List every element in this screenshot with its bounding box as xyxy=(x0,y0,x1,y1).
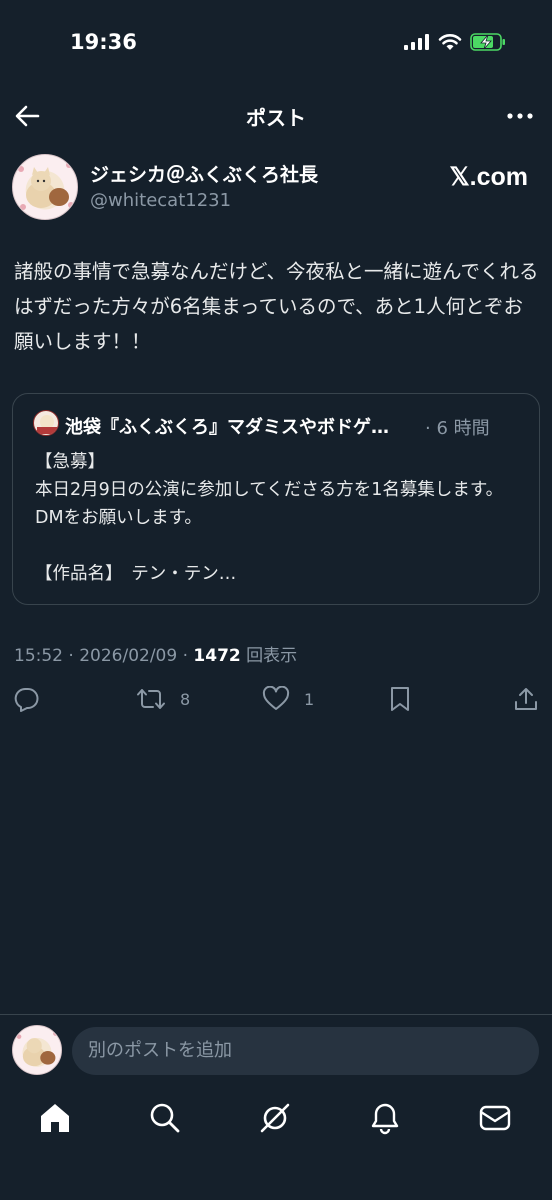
like-count: 1 xyxy=(304,689,315,709)
my-avatar[interactable] xyxy=(12,1025,62,1075)
quoted-author-name: 池袋『ふくぶくろ』マダミスやボドゲ… xyxy=(65,417,389,438)
post-meta: 15:52 · 2026/02/09 · 1472 回表示 xyxy=(14,641,297,666)
quoted-author-avatar xyxy=(33,410,59,436)
more-options-icon[interactable] xyxy=(504,100,536,132)
notifications-icon[interactable] xyxy=(367,1100,403,1136)
messages-icon[interactable] xyxy=(477,1100,513,1136)
grok-icon[interactable] xyxy=(257,1100,293,1136)
status-icons xyxy=(404,33,506,51)
post-text: 諸般の事情で急募なんだけど、今夜私と一緒に遊んでくれるはずだった方々が6名集まっ… xyxy=(14,260,539,353)
signal-icon xyxy=(404,34,429,50)
cat-avatar-icon xyxy=(18,162,74,210)
reply-icon xyxy=(14,687,39,712)
repost-count: 8 xyxy=(180,689,191,709)
add-post-input[interactable]: 別のポストを追加 xyxy=(72,1027,539,1075)
quoted-post-time: · 6 時間 xyxy=(425,418,490,439)
x-brand-label: 𝕏.com xyxy=(449,163,529,191)
share-icon xyxy=(515,688,537,710)
status-time: 19:36 xyxy=(70,30,137,54)
share-button[interactable] xyxy=(513,686,539,712)
cat-avatar-icon xyxy=(37,415,57,434)
home-icon[interactable] xyxy=(37,1100,73,1136)
battery-charging-icon xyxy=(470,33,505,51)
divider xyxy=(0,1014,552,1015)
view-count: 1472 xyxy=(193,646,241,666)
reply-button[interactable] xyxy=(14,686,40,712)
quoted-post[interactable]: 池袋『ふくぶくろ』マダミスやボドゲ… · 6 時間 【急募】 本日2月9日の公演… xyxy=(12,393,540,605)
post-timestamp: 15:52 · 2026/02/09 · xyxy=(14,646,194,666)
page-title: ポスト xyxy=(246,106,306,130)
bookmark-button[interactable] xyxy=(388,686,412,712)
quoted-post-text: 【急募】 本日2月9日の公演に参加してくださる方を1名募集します。DMをお願いし… xyxy=(35,452,504,584)
author-name[interactable]: ジェシカ＠ふくぶくろ社長 xyxy=(90,160,318,187)
search-icon[interactable] xyxy=(147,1100,183,1136)
views-label: 回表示 xyxy=(240,646,298,666)
repost-icon xyxy=(137,689,165,709)
repost-button[interactable]: 8 xyxy=(136,686,190,712)
author-handle[interactable]: @whitecat1231 xyxy=(90,190,231,211)
bookmark-icon xyxy=(391,687,409,711)
cat-avatar-icon xyxy=(16,1031,58,1067)
like-button[interactable]: 1 xyxy=(262,686,314,712)
wifi-icon xyxy=(438,34,462,50)
author-avatar[interactable] xyxy=(12,154,78,220)
heart-icon xyxy=(262,686,290,710)
